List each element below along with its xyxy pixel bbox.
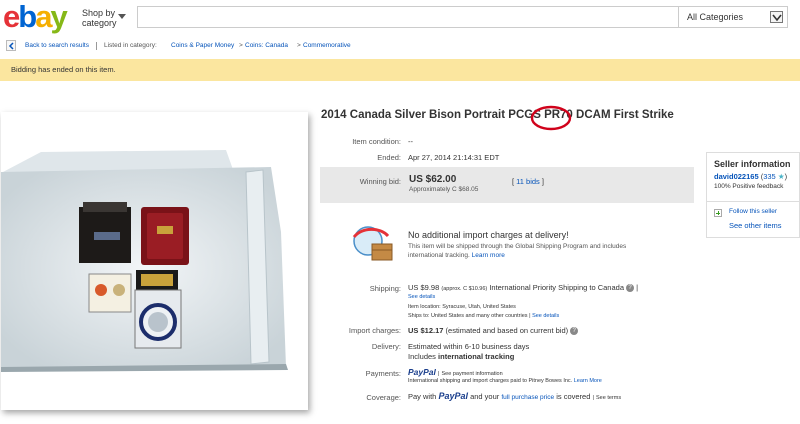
see-terms-link[interactable]: See terms [596, 395, 621, 401]
chevron-down-icon [772, 14, 782, 22]
positive-feedback: 100% Positive feedback [714, 183, 784, 190]
breadcrumb-item-commemorative[interactable]: Commemorative [303, 38, 351, 54]
dropdown-button[interactable] [770, 11, 783, 23]
plus-icon[interactable] [714, 209, 722, 217]
category-select[interactable]: All Categories [678, 6, 788, 28]
category-select-value: All Categories [687, 12, 744, 22]
paypal-logo: PayPal [408, 367, 436, 377]
learn-more-link[interactable]: Learn More [574, 378, 602, 384]
winning-bid-label: Winning bid: [359, 177, 401, 186]
status-banner: Bidding has ended on this item. [0, 59, 800, 81]
item-image [1, 112, 308, 410]
follow-seller-link[interactable]: Follow this seller [729, 208, 777, 215]
shipping-value: US $9.98 (approx. C $10.96) Internationa… [408, 283, 639, 293]
coverage-text: Pay with [408, 392, 437, 401]
import-charges-note: (estimated and based on current bid) [445, 326, 569, 335]
delivery-label: Delivery: [371, 342, 401, 351]
item-title: 2014 Canada Silver Bison Portrait PCGS P… [321, 109, 674, 121]
payments-note: International shipping and import charge… [408, 378, 573, 384]
breadcrumb-item-coins-paper-money[interactable]: Coins & Paper Money [171, 38, 234, 54]
import-charges-amount: US $12.17 [408, 326, 444, 335]
header: ebay Shop by category All Categories [0, 0, 800, 36]
bids-count: [ 11 bids ] [512, 177, 544, 186]
shipping-price: US $9.98 [408, 283, 440, 292]
import-notice-line2: international tracking. Learn more [408, 252, 505, 259]
delivery-line1: Estimated within 6-10 business days [408, 342, 530, 351]
listed-in-label: Listed in category: [104, 42, 157, 49]
help-icon[interactable]: ? [570, 327, 579, 336]
item-photo[interactable] [1, 112, 308, 410]
help-icon[interactable]: ? [626, 284, 635, 293]
bids-link[interactable]: 11 bids [516, 177, 540, 186]
item-location-label: Item location: [408, 304, 441, 310]
chevron-left-icon [8, 42, 14, 50]
payments-row: PayPal | See payment information [408, 367, 503, 377]
breadcrumb-item-coins-canada[interactable]: Coins: Canada [245, 38, 288, 54]
shop-by-category-button[interactable]: Shop by category [82, 8, 117, 28]
title-part: DCAM First Strike [572, 109, 674, 121]
coverage-row: Pay with PayPal and your full purchase p… [408, 391, 622, 401]
shipping-approx: (approx. C $10.96) [441, 286, 488, 292]
full-purchase-price-link[interactable]: full purchase price [501, 394, 554, 401]
category-label: category [82, 18, 117, 28]
see-details-link[interactable]: See details [532, 313, 559, 319]
seller-name-row: david022165 (335 ★) [714, 172, 788, 181]
coverage-label: Coverage: [366, 393, 401, 402]
shop-by-label: Shop by [82, 8, 116, 18]
item-location-row: Item location: Syracuse, Utah, United St… [408, 304, 516, 310]
paypal-logo: PayPal [438, 391, 468, 401]
title-part: 2014 Canada Silver Bison Portrait PCGS [321, 109, 545, 121]
chevron-down-icon[interactable] [118, 14, 126, 19]
condition-label: Item condition: [352, 137, 401, 146]
back-to-search-link[interactable]: Back to search results [25, 38, 89, 54]
see-details-link[interactable]: See details [408, 294, 435, 300]
shipping-method: International Priority Shipping to Canad… [489, 283, 624, 292]
see-other-items-link[interactable]: See other items [729, 221, 782, 230]
chevron-right-icon: > [297, 42, 301, 49]
see-payment-info-link[interactable]: See payment information [442, 371, 503, 377]
back-button[interactable] [6, 40, 16, 51]
breadcrumb: Back to search results Listed in categor… [0, 38, 800, 54]
shipping-see-details-row: See details [408, 294, 435, 300]
learn-more-link[interactable]: Learn more [472, 252, 505, 259]
chevron-right-icon: > [239, 42, 243, 49]
condition-value: -- [408, 137, 413, 146]
winning-bid-value: US $62.00 [409, 174, 457, 185]
star-icon: ★ [777, 172, 785, 181]
import-notice-heading: No additional import charges at delivery… [408, 230, 569, 240]
search-input[interactable] [137, 6, 678, 28]
shipping-label: Shipping: [369, 284, 401, 293]
ebay-logo[interactable]: ebay [3, 1, 68, 32]
seller-info-card: Seller information david022165 (335 ★) 1… [706, 152, 800, 238]
payments-note-row: International shipping and import charge… [408, 378, 602, 384]
seller-name-link[interactable]: david022165 [714, 172, 759, 181]
payments-label: Payments: [365, 369, 401, 378]
seller-heading: Seller information [714, 159, 791, 169]
item-location-value: Syracuse, Utah, United States [442, 304, 516, 310]
ended-value: Apr 27, 2014 21:14:31 EDT [408, 153, 500, 162]
winning-bid-approx: Approximately C $68.05 [409, 186, 479, 193]
delivery-prefix: Includes [408, 352, 436, 361]
divider [96, 42, 97, 50]
ended-label: Ended: [377, 153, 401, 162]
import-notice-line1: This item will be shipped through the Gl… [408, 243, 627, 250]
divider [707, 201, 799, 202]
ships-to-row: Ships to: United States and many other c… [408, 313, 560, 319]
global-shipping-icon [352, 226, 393, 261]
delivery-tracking: international tracking [438, 352, 515, 361]
delivery-line2: Includes international tracking [408, 352, 514, 361]
red-circle-annotation [530, 105, 572, 131]
ships-to-label: Ships to: [408, 313, 430, 319]
feedback-score-link[interactable]: 335 [763, 172, 776, 181]
import-charges-label: Import charges: [348, 326, 401, 335]
import-notice-text: international tracking. [408, 252, 470, 259]
import-charges-value: US $12.17 (estimated and based on curren… [408, 326, 579, 336]
coverage-text: and your [470, 392, 500, 401]
coverage-text: is covered [556, 392, 591, 401]
ships-to-value: United States and many other countries [430, 313, 528, 319]
